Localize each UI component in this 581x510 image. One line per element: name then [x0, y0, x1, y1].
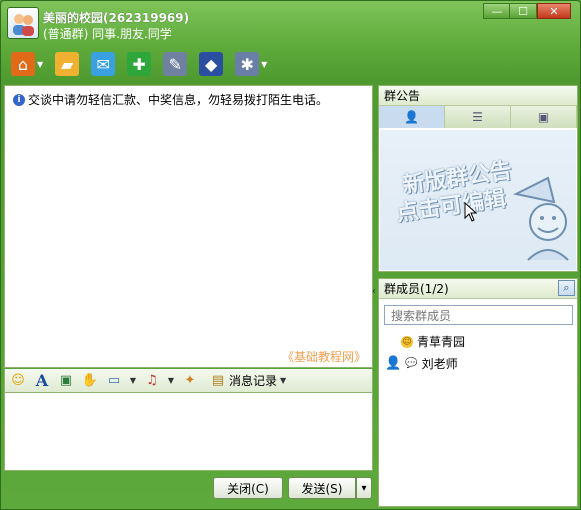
add-app-icon: ✚ [127, 52, 152, 76]
search-icon[interactable]: ⌕ [558, 280, 575, 296]
history-icon: ▤ [211, 373, 225, 388]
mail-icon: ✉ [91, 52, 116, 76]
settings-button[interactable]: ✱ ▼ [231, 50, 271, 78]
announcement-edit-area[interactable]: 新版群公告 点击可编辑 [380, 130, 576, 270]
send-options-button[interactable]: ▾ [356, 477, 372, 499]
font-icon[interactable]: A [33, 371, 51, 390]
folder-icon: ▰ [55, 52, 80, 76]
member-name: 刘老师 [421, 357, 458, 371]
chevron-down-icon: ▼ [279, 376, 287, 385]
police-hat-button[interactable]: ◆ [195, 50, 227, 78]
screenshot-icon[interactable]: ▭ [105, 372, 123, 390]
message-area[interactable]: i 交谈中请勿轻信汇款、中奖信息，勿轻易拨打陌生电话。 《基础教程网》 [4, 85, 373, 368]
mouse-cursor-icon [464, 202, 478, 222]
add-app-button[interactable]: ✚ [123, 50, 155, 78]
chat-bubble-icon: 💬 [405, 358, 418, 369]
mail-button[interactable]: ✉ [87, 50, 119, 78]
chat-window: 美丽的校园(262319969) (普通群) 同事.朋友.同学 — ☐ ✕ ⌂ ▼… [0, 0, 581, 510]
members-header: 群成员(1/2) ⌕ [379, 279, 577, 299]
shake-icon[interactable]: ✋ [81, 372, 99, 390]
input-toolbar: ☺ A ▣ ✋ ▭ ▼ ♫ ▼ ✦ ▤ 消息记录 ▼ [4, 369, 373, 393]
announcement-tabs: 👤 ☰ ▣ [379, 106, 577, 128]
send-button[interactable]: 发送(S) [288, 477, 356, 499]
music-icon[interactable]: ♫ [143, 372, 161, 390]
home-icon: ⌂ [11, 52, 35, 76]
message-input[interactable] [4, 393, 373, 471]
info-icon: i [13, 93, 25, 106]
smiley-status-icon: ☺ [401, 335, 413, 348]
tab-announcement[interactable]: 👤 [379, 106, 445, 128]
tools-icon: ✎ [163, 52, 188, 76]
minimize-button[interactable]: — [483, 3, 511, 19]
group-title: 美丽的校园(262319969) [43, 11, 190, 25]
watermark: 《基础教程网》 [281, 350, 366, 364]
safety-notice-text: 交谈中请勿轻信汇款、中奖信息，勿轻易拨打陌生电话。 [28, 93, 329, 107]
image-icon[interactable]: ▣ [57, 372, 75, 390]
chevron-down-icon[interactable]: ▼ [37, 60, 43, 69]
tab-window[interactable]: ▣ [511, 106, 577, 128]
folder-button[interactable]: ▰ [51, 50, 83, 78]
group-avatar[interactable] [7, 7, 39, 39]
main-toolbar: ⌂ ▼ ▰ ✉ ✚ ✎ ◆ ✱ ▼ [7, 49, 271, 79]
group-subtitle: (普通群) 同事.朋友.同学 [43, 27, 172, 41]
announcement-panel: 群公告 👤 ☰ ▣ 新版群公告 点击可编辑 [378, 85, 578, 272]
tools-button[interactable]: ✎ [159, 50, 191, 78]
message-history-button[interactable]: ▤ 消息记录 ▼ [209, 372, 287, 390]
chevron-down-icon[interactable]: ▼ [167, 372, 175, 390]
police-hat-icon: ◆ [199, 52, 224, 76]
members-panel: 群成员(1/2) ⌕ 搜索群成员 ☺ 青草青园 👤 💬 刘老师 [378, 278, 578, 507]
tab-list[interactable]: ☰ [445, 106, 511, 128]
member-search-input[interactable]: 搜索群成员 [384, 305, 573, 325]
announcement-header: 群公告 [379, 86, 577, 106]
collapse-sidebar-icon[interactable]: ‹ [372, 286, 376, 297]
safety-notice: i 交谈中请勿轻信汇款、中奖信息，勿轻易拨打陌生电话。 [13, 91, 328, 108]
chevron-down-icon[interactable]: ▼ [129, 372, 137, 390]
action-bar: 关闭(C) 发送(S) ▾ [4, 471, 373, 507]
close-button[interactable]: 关闭(C) [213, 477, 283, 499]
emoji-icon[interactable]: ☺ [9, 372, 27, 390]
mascot-illustration [512, 176, 569, 261]
history-label: 消息记录 [229, 374, 278, 388]
members-count: 群成员(1/2) [384, 282, 449, 296]
send-file-icon[interactable]: ✦ [181, 372, 199, 390]
chevron-down-icon[interactable]: ▼ [261, 60, 267, 69]
maximize-button[interactable]: ☐ [509, 3, 537, 19]
member-item[interactable]: 👤 💬 刘老师 [385, 355, 458, 372]
home-button[interactable]: ⌂ ▼ [7, 50, 47, 78]
person-icon: 👤 [385, 356, 402, 371]
settings-icon: ✱ [235, 52, 260, 76]
member-name: 青草青园 [417, 335, 466, 349]
close-window-button[interactable]: ✕ [537, 3, 571, 19]
member-item[interactable]: ☺ 青草青园 [401, 333, 465, 350]
